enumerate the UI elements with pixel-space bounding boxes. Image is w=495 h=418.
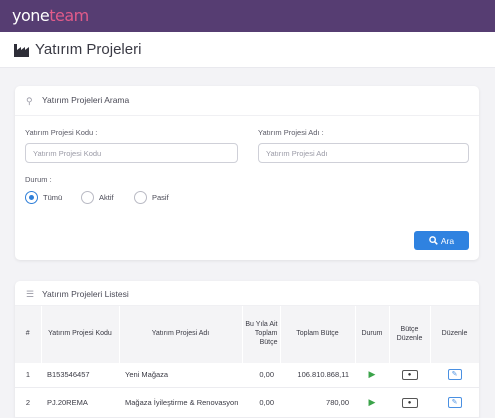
column-header[interactable]: # [15, 306, 42, 363]
row-number: 2 [15, 387, 41, 418]
project-name-cell: Yeni Mağaza [119, 363, 242, 388]
status-radio-all[interactable]: Tümü [25, 190, 62, 204]
column-header[interactable]: Bu Yıla Ait Toplam Bütçe [242, 306, 281, 363]
play-icon[interactable]: ▶ [369, 369, 376, 379]
table-row: 2 PJ.20REMA Mağaza İyileştirme & Renovas… [15, 387, 479, 418]
row-number: 1 [15, 363, 41, 388]
column-header[interactable]: Toplam Bütçe [280, 306, 356, 363]
list-panel-header: ☰ Yatırım Projeleri Listesi [15, 281, 479, 306]
radio-label: Aktif [99, 192, 114, 202]
radio-label: Tümü [43, 192, 63, 202]
page-title: Yatırım Projeleri [35, 41, 142, 58]
project-name-label: Yatırım Projesi Adı : [258, 128, 324, 137]
search-panel-header: ⚲ Yatırım Projeleri Arama [15, 86, 479, 116]
search-button-label: Ara [440, 235, 455, 246]
column-header[interactable]: Yatırım Projesi Kodu [41, 306, 120, 363]
table-header-row: # Yatırım Projesi Kodu Yatırım Projesi A… [15, 306, 479, 363]
search-panel: ⚲ Yatırım Projeleri Arama [15, 86, 479, 260]
project-code-cell: PJ.20REMA [41, 387, 119, 418]
money-icon[interactable]: ● [401, 370, 418, 381]
play-icon[interactable]: ▶ [369, 397, 376, 407]
column-header[interactable]: Düzenle [430, 306, 479, 363]
project-code-cell: B153546457 [41, 363, 119, 388]
column-header[interactable]: Bütçe Düzenle [389, 306, 431, 363]
page-header: Yatırım Projeleri [0, 32, 495, 68]
column-header[interactable]: Yatırım Projesi Adı [119, 306, 243, 363]
factory-icon [14, 44, 29, 57]
app-logo[interactable]: yoneteam [12, 6, 89, 25]
radio-button[interactable] [134, 190, 147, 204]
project-code-input[interactable] [25, 143, 238, 163]
project-name-input[interactable] [258, 143, 469, 163]
project-code-label: Yatırım Projesi Kodu : [25, 128, 98, 137]
search-panel-title: Yatırım Projeleri Arama [42, 95, 130, 105]
search-icon: ⚲ [26, 96, 33, 106]
status-radio-passive[interactable]: Pasif [134, 190, 169, 204]
budget-edit-cell: ● [389, 387, 430, 418]
year-budget-cell: 0,00 [242, 387, 280, 418]
year-budget-cell: 0,00 [242, 363, 280, 388]
column-header[interactable]: Durum [355, 306, 390, 363]
search-icon [429, 236, 438, 245]
logo-main-text: yone [12, 6, 50, 25]
edit-cell: ✎ [430, 363, 479, 388]
edit-cell: ✎ [430, 387, 479, 418]
status-radio-active[interactable]: Aktif [81, 190, 114, 204]
table-row: 1 B153546457 Yeni Mağaza 0,00 106.810.86… [15, 363, 479, 388]
top-navbar: yoneteam [0, 0, 495, 32]
list-icon: ☰ [26, 289, 35, 299]
project-name-cell: Mağaza İyileştirme & Renovasyon [119, 387, 242, 418]
radio-button-selected[interactable] [25, 190, 38, 204]
projects-list-panel: ☰ Yatırım Projeleri Listesi # Yatırım Pr… [15, 281, 479, 418]
logo-accent-text: team [49, 6, 89, 25]
edit-icon[interactable]: ✎ [447, 396, 462, 408]
status-cell: ▶ [355, 363, 389, 388]
radio-button[interactable] [81, 190, 94, 204]
search-button[interactable]: Ara [414, 231, 469, 250]
money-icon[interactable]: ● [401, 397, 418, 408]
edit-icon[interactable]: ✎ [447, 369, 462, 381]
budget-edit-cell: ● [389, 363, 430, 388]
list-panel-title: Yatırım Projeleri Listesi [42, 289, 129, 299]
total-budget-cell: 106.810.868,11 [280, 363, 355, 388]
total-budget-cell: 780,00 [280, 387, 355, 418]
projects-table: # Yatırım Projesi Kodu Yatırım Projesi A… [15, 306, 479, 418]
status-cell: ▶ [355, 387, 389, 418]
status-label: Durum : [25, 175, 52, 184]
radio-label: Pasif [152, 192, 169, 202]
